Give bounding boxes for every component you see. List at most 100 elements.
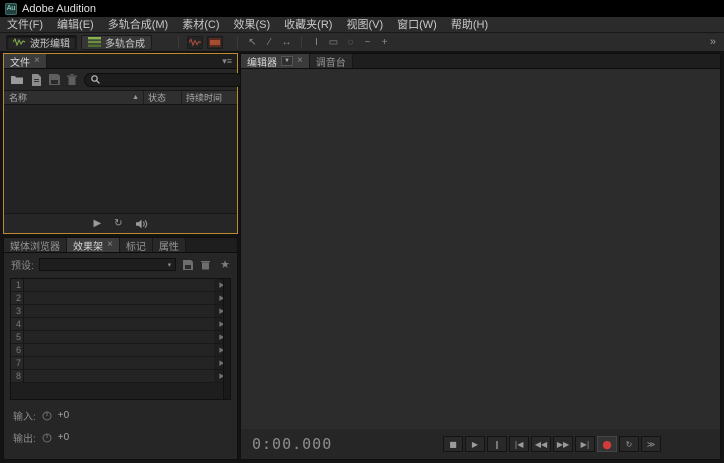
output-meter-icon xyxy=(42,433,52,443)
rack-slot-row[interactable]: 8 ▶ xyxy=(11,370,230,383)
save-icon[interactable] xyxy=(49,74,60,86)
title-bar: Au Adobe Audition xyxy=(0,0,724,17)
slot-area[interactable] xyxy=(24,331,214,343)
rewind-button[interactable]: ◀◀ xyxy=(531,436,551,452)
menu-favorites[interactable]: 收藏夹(R) xyxy=(277,17,339,33)
column-status[interactable]: 状态 xyxy=(143,91,181,104)
tab-properties[interactable]: 属性 xyxy=(152,238,186,253)
slot-area[interactable] xyxy=(24,292,214,304)
files-column-header: 名称 ▲ 状态 持续时间 xyxy=(4,91,237,105)
toolbar-separator xyxy=(301,35,302,49)
menu-help[interactable]: 帮助(H) xyxy=(444,17,495,33)
show-spectral-icon[interactable] xyxy=(207,35,223,49)
favorite-star-icon[interactable]: ★ xyxy=(220,258,230,271)
slot-area[interactable] xyxy=(24,318,214,330)
auto-play-speaker-icon[interactable] xyxy=(135,219,148,229)
search-input[interactable] xyxy=(104,74,236,85)
rack-slot-row[interactable]: 7 ▶ xyxy=(11,357,230,370)
files-tabbar: 文件 × ▾≡ xyxy=(4,54,237,69)
spot-healing-tool-button[interactable]: + xyxy=(376,35,393,50)
show-waveform-icon[interactable] xyxy=(187,35,203,49)
preview-play-icon[interactable]: ▶ xyxy=(93,218,101,229)
app-window: Au Adobe Audition 文件(F) 编辑(E) 多轨合成(M) 素材… xyxy=(0,0,724,463)
sort-ascending-icon[interactable]: ▲ xyxy=(132,94,139,101)
slot-area[interactable] xyxy=(24,344,214,356)
fast-forward-button[interactable]: ▶▶ xyxy=(553,436,573,452)
tab-media-browser[interactable]: 媒体浏览器 xyxy=(4,238,67,253)
column-name[interactable]: 名称 ▲ xyxy=(4,91,143,104)
io-section: 输入: +0 输出: +0 xyxy=(4,400,237,445)
menu-view[interactable]: 视图(V) xyxy=(339,17,390,33)
loop-playback-button[interactable]: ↻ xyxy=(619,436,639,452)
delete-preset-icon[interactable] xyxy=(199,259,212,271)
loop-preview-icon[interactable]: ↻ xyxy=(114,218,122,229)
slot-area[interactable] xyxy=(24,305,214,317)
input-gain-value[interactable]: +0 xyxy=(58,410,69,421)
preset-select[interactable]: ▾ xyxy=(38,258,177,271)
menu-file[interactable]: 文件(F) xyxy=(0,17,50,33)
rack-slot-row[interactable]: 5 ▶ xyxy=(11,331,230,344)
pause-button[interactable]: ‖ xyxy=(487,436,507,452)
import-file-icon[interactable] xyxy=(31,73,42,86)
time-display[interactable]: 0:00.000 xyxy=(252,435,332,453)
close-icon[interactable]: × xyxy=(297,56,303,66)
move-to-next-button[interactable]: ▶| xyxy=(575,436,595,452)
panel-menu-icon[interactable]: ▾≡ xyxy=(222,54,237,68)
tab-mixer[interactable]: 调音台 xyxy=(309,54,353,69)
razor-tool-button[interactable]: ⁄ xyxy=(261,35,278,50)
play-button[interactable]: ▶ xyxy=(465,436,485,452)
marquee-selection-tool-button[interactable]: ▭ xyxy=(325,35,342,50)
output-gain-value[interactable]: +0 xyxy=(58,432,69,443)
rack-slot-row[interactable]: 4 ▶ xyxy=(11,318,230,331)
move-tool-button[interactable]: ↖ xyxy=(244,35,261,50)
rack-tabbar: 媒体浏览器 效果架 × 标记 属性 xyxy=(4,238,237,253)
toolbar-overflow-icon[interactable]: » xyxy=(710,36,718,48)
tab-markers[interactable]: 标记 xyxy=(119,238,153,253)
slot-number: 8 xyxy=(11,370,24,382)
open-file-icon[interactable] xyxy=(11,74,24,86)
slot-area[interactable] xyxy=(24,357,214,369)
slot-area[interactable] xyxy=(24,370,214,382)
skip-selection-button[interactable]: ≫ xyxy=(641,436,661,452)
tab-files[interactable]: 文件 × xyxy=(4,54,47,69)
scrollbar[interactable] xyxy=(223,279,230,399)
menu-effects[interactable]: 效果(S) xyxy=(227,17,278,33)
rack-slot-row[interactable]: 1 ▶ xyxy=(11,279,230,292)
slip-tool-button[interactable]: ↔ xyxy=(278,35,295,50)
close-icon[interactable]: × xyxy=(107,240,113,250)
editor-dropdown-icon[interactable]: ▼ xyxy=(281,56,293,66)
editor-canvas[interactable] xyxy=(241,69,720,429)
menu-clip[interactable]: 素材(C) xyxy=(175,17,226,33)
chevron-down-icon: ▾ xyxy=(167,261,172,269)
paintbrush-tool-button[interactable]: ~ xyxy=(359,35,376,50)
rack-slot-row[interactable]: 6 ▶ xyxy=(11,344,230,357)
slot-area[interactable] xyxy=(24,279,214,291)
tab-editor[interactable]: 编辑器 ▼ × xyxy=(241,54,310,69)
stop-button[interactable]: ■ xyxy=(443,436,463,452)
rack-slot-row[interactable]: 3 ▶ xyxy=(11,305,230,318)
rack-filler xyxy=(4,445,237,459)
trash-icon[interactable] xyxy=(67,73,77,86)
move-to-previous-button[interactable]: |◀ xyxy=(509,436,529,452)
tab-effects-rack-label: 效果架 xyxy=(73,241,103,253)
slot-number: 5 xyxy=(11,331,24,343)
column-duration[interactable]: 持续时间 xyxy=(181,91,237,104)
menu-bar: 文件(F) 编辑(E) 多轨合成(M) 素材(C) 效果(S) 收藏夹(R) 视… xyxy=(0,17,724,33)
waveform-editor-button[interactable]: 波形编辑 xyxy=(6,34,77,50)
save-preset-icon[interactable] xyxy=(181,259,194,271)
multitrack-button[interactable]: 多轨合成 xyxy=(81,34,152,50)
lasso-selection-tool-button[interactable]: ◌ xyxy=(342,35,359,50)
tab-markers-label: 标记 xyxy=(125,241,146,253)
files-list[interactable] xyxy=(4,105,237,213)
tab-effects-rack[interactable]: 效果架 × xyxy=(67,238,120,253)
menu-edit[interactable]: 编辑(E) xyxy=(50,17,101,33)
tab-properties-label: 属性 xyxy=(158,241,179,253)
rack-slot-row[interactable]: 2 ▶ xyxy=(11,292,230,305)
slot-number: 2 xyxy=(11,292,24,304)
close-icon[interactable]: × xyxy=(34,56,40,66)
preset-label: 预设: xyxy=(11,261,34,272)
time-selection-tool-button[interactable]: I xyxy=(308,35,325,50)
menu-multitrack[interactable]: 多轨合成(M) xyxy=(101,17,176,33)
menu-window[interactable]: 窗口(W) xyxy=(390,17,444,33)
record-button[interactable]: ● xyxy=(597,436,617,452)
